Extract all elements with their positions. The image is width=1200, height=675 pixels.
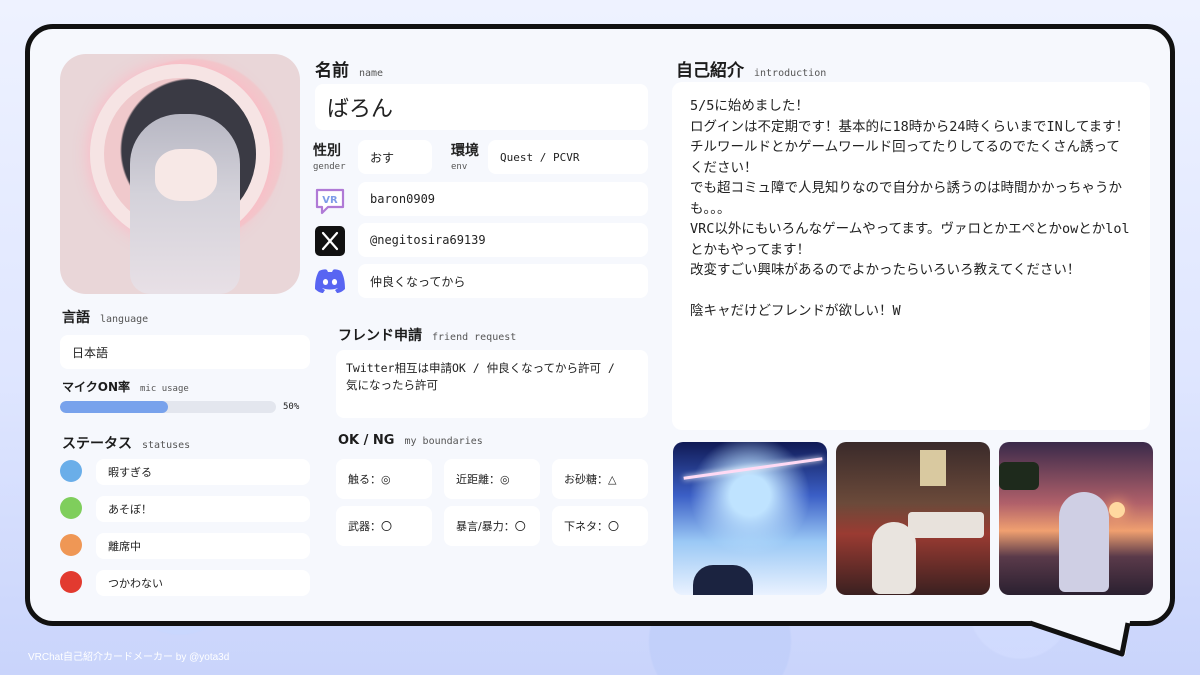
mic-usage-bar-fill: [60, 401, 168, 413]
boundary-item: 触る：◎: [336, 459, 432, 499]
mic-usage-bar: [60, 401, 276, 413]
name-field: ばろん: [315, 84, 648, 130]
env-field: Quest / PCVR: [488, 140, 648, 174]
gallery-photo-sunset: [999, 442, 1153, 595]
status-item-label: 暇すぎる: [96, 459, 310, 485]
name-heading: 名前 name: [315, 61, 384, 81]
avatar-image: [60, 54, 300, 294]
gallery-photo-sky: [673, 442, 827, 595]
discord-icon: [313, 264, 347, 298]
introduction-heading: 自己紹介 introduction: [676, 61, 827, 81]
mic-heading: マイクON率 mic usage: [62, 380, 189, 394]
friend-request-field: Twitter相互は申請OK / 仲良くなってから許可 / 気になったら許可: [336, 350, 648, 418]
gender-field: おす: [358, 140, 432, 174]
language-field: 日本語: [60, 335, 310, 369]
status-color-dot: [60, 534, 82, 556]
status-item-label: 離席中: [96, 533, 310, 559]
friend-request-heading: フレンド申請 friend request: [338, 328, 517, 344]
introduction-text: 5/5に始めました！ ログインは不定期です！基本的に18時から24時くらいまでI…: [672, 82, 1150, 430]
boundary-item: 武器：〇: [336, 506, 432, 546]
vrchat-id-field: baron0909: [358, 182, 648, 216]
status-color-dot: [60, 460, 82, 482]
gender-label: 性別 gender: [313, 143, 346, 172]
boundary-item: 暴言/暴力：〇: [444, 506, 540, 546]
language-heading: 言語 language: [62, 310, 149, 326]
env-label: 環境 env: [451, 143, 479, 172]
boundaries-heading: OK / NG my boundaries: [338, 433, 483, 448]
vrchat-icon: VR: [313, 184, 347, 218]
discord-field: 仲良くなってから: [358, 264, 648, 298]
status-color-dot: [60, 497, 82, 519]
boundary-item: 近距離：◎: [444, 459, 540, 499]
x-handle-field: @negitosira69139: [358, 223, 648, 257]
gallery-photo-diner: [836, 442, 990, 595]
status-item-label: あそぼ！: [96, 496, 310, 522]
boundary-item: 下ネタ：〇: [552, 506, 648, 546]
status-color-dot: [60, 571, 82, 593]
boundary-item: お砂糖：△: [552, 459, 648, 499]
x-logo-icon: [313, 224, 347, 258]
mic-percent: 50%: [283, 402, 300, 412]
status-item-label: つかわない: [96, 570, 310, 596]
svg-text:VR: VR: [322, 195, 338, 206]
statuses-heading: ステータス statuses: [62, 436, 191, 452]
footer-credit: VRChat自己紹介カードメーカー by @yota3d: [28, 652, 230, 663]
